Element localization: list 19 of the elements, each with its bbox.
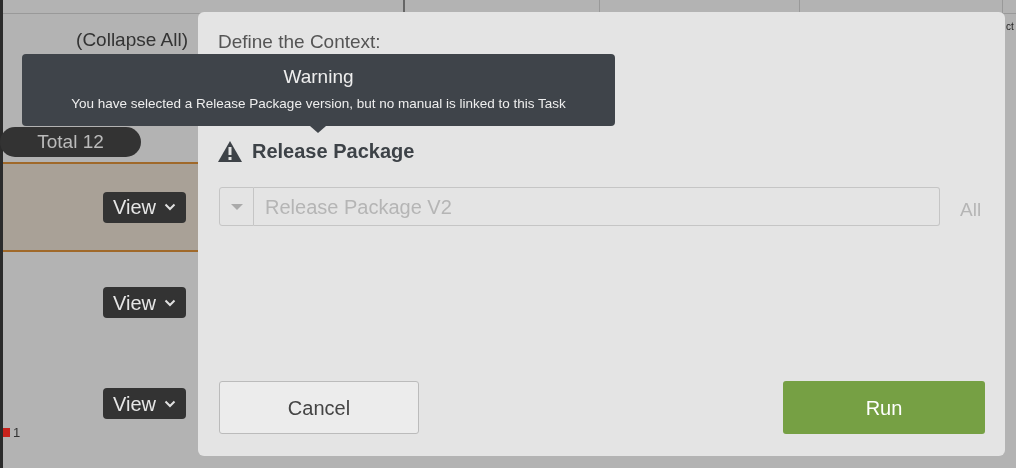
tooltip-title: Warning [283,65,354,89]
collapse-all-link[interactable]: (Collapse All) [76,26,188,55]
view-dropdown-button[interactable]: View [103,287,186,318]
chevron-down-icon [164,298,176,307]
section-title: Release Package [252,139,415,164]
chevron-down-icon [164,399,176,408]
dropdown-toggle[interactable] [219,187,254,226]
flag-icon [3,427,10,437]
chevron-down-icon [164,203,176,211]
column-header-text: ct [1006,22,1014,32]
cancel-button[interactable]: Cancel [219,381,419,434]
tooltip-message: You have selected a Release Package version, but no manual is linked to this Task [71,95,566,113]
view-dropdown-button[interactable]: View [103,191,186,223]
warning-icon [218,140,242,162]
dropdown-arrow-icon[interactable] [230,203,243,210]
total-badge: Total 12 [0,127,141,157]
dialog-heading: Define the Context: [218,30,381,54]
view-dropdown-button[interactable]: View [103,388,186,419]
flag-count: 1 [13,423,21,442]
